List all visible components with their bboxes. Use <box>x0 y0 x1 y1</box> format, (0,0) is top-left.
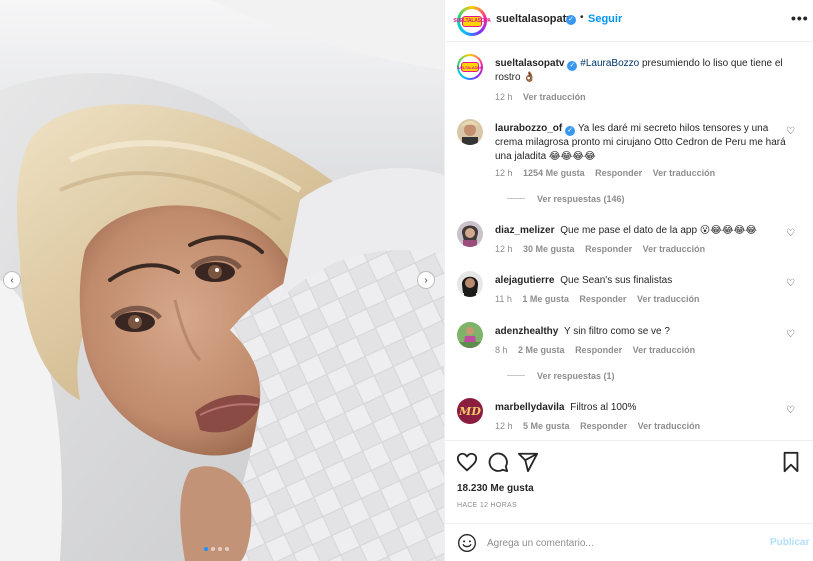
comment-text: laurabozzo_of ✓ Ya les daré mi secreto hi… <box>495 122 789 164</box>
comment-body: Filtros al 100% <box>570 402 637 413</box>
translate-link[interactable]: Ver traducción <box>638 421 701 431</box>
post-photo <box>0 0 444 561</box>
avatar[interactable]: SUELTALASOPA <box>457 54 483 80</box>
comment-meta: 12 h 5 Me gusta Responder Ver traducción <box>495 421 708 431</box>
comment-input[interactable] <box>487 534 757 552</box>
view-replies-button[interactable]: Ver respuestas (1) <box>507 371 615 381</box>
comment-body: Que me pase el dato de la app 😮😂😂😂😂 <box>560 225 757 236</box>
carousel-dot <box>218 547 222 551</box>
comment-time: 8 h <box>495 345 508 355</box>
like-comment-icon[interactable]: ♡ <box>786 228 795 239</box>
verified-badge-icon: ✓ <box>567 61 578 71</box>
caption-text: sueltalasopatv ✓ #LauraBozzo presumiendo … <box>495 57 789 85</box>
comment-body: Y sin filtro como se ve ? <box>563 326 670 337</box>
hashtag-link[interactable]: #LauraBozzo <box>580 58 639 69</box>
post-header: SUELTALASOPA sueltalasopatv ✓ • Seguir •… <box>445 0 813 42</box>
avatar[interactable] <box>457 221 483 247</box>
verified-badge-icon: ✓ <box>565 126 576 136</box>
carousel-dot <box>225 547 229 551</box>
publish-button[interactable]: Publicar <box>770 537 809 548</box>
comment-username[interactable]: adenzhealthy <box>495 326 558 337</box>
comment-likes[interactable]: 30 Me gusta <box>523 244 575 254</box>
caption-meta: 12 h Ver traducción <box>495 92 594 102</box>
like-comment-icon[interactable]: ♡ <box>786 405 795 416</box>
brand-logo: SUELTALASOPA <box>453 15 491 27</box>
comment-likes[interactable]: 1254 Me gusta <box>523 168 585 178</box>
translate-link[interactable]: Ver traducción <box>643 244 706 254</box>
post-media[interactable]: ‹ › <box>0 0 444 561</box>
comment-username[interactable]: alejagutierre <box>495 275 554 286</box>
caption-time: 12 h <box>495 92 513 102</box>
avatar-monogram: MD <box>459 404 481 418</box>
comment-composer: Publicar <box>445 523 813 561</box>
posted-time: HACE 12 HORAS <box>457 502 517 509</box>
avatar[interactable] <box>457 271 483 297</box>
comment-username[interactable]: diaz_melizer <box>495 225 554 236</box>
share-icon[interactable] <box>517 451 539 473</box>
carousel-indicator <box>204 547 229 551</box>
comment-username[interactable]: marbellydavila <box>495 402 564 413</box>
chevron-left-icon: ‹ <box>10 274 14 286</box>
avatar[interactable] <box>457 119 483 145</box>
comment-text: adenzhealthy Y sin filtro como se ve ? <box>495 325 789 339</box>
comment-meta: 12 h 30 Me gusta Responder Ver traducció… <box>495 244 713 254</box>
brand-logo: SUELTALASOPA <box>457 62 483 72</box>
view-replies-label: Ver respuestas (1) <box>537 371 615 381</box>
translate-link[interactable]: Ver traducción <box>637 294 700 304</box>
likes-count[interactable]: 18.230 Me gusta <box>457 483 534 494</box>
reply-button[interactable]: Responder <box>575 345 622 355</box>
like-comment-icon[interactable]: ♡ <box>786 329 795 340</box>
instagram-post-dialog: ‹ › SUELTALASOPA sueltalasopatv ✓ • Segu… <box>0 0 813 561</box>
reply-button[interactable]: Responder <box>579 294 626 304</box>
comment-meta: 12 h 1254 Me gusta Responder Ver traducc… <box>495 168 723 178</box>
author-username[interactable]: sueltalasopatv <box>496 13 572 25</box>
reply-button[interactable]: Responder <box>580 421 627 431</box>
comment-text: diaz_melizer Que me pase el dato de la a… <box>495 224 789 238</box>
comment-time: 12 h <box>495 421 513 431</box>
comment-time: 12 h <box>495 168 513 178</box>
carousel-prev-button[interactable]: ‹ <box>3 271 21 289</box>
translate-link[interactable]: Ver traducción <box>653 168 716 178</box>
post-panel: SUELTALASOPA sueltalasopatv ✓ • Seguir •… <box>444 0 813 561</box>
comment-likes[interactable]: 5 Me gusta <box>523 421 570 431</box>
emoji-icon[interactable] <box>457 533 477 553</box>
heart-icon[interactable] <box>456 451 478 473</box>
translate-link[interactable]: Ver traducción <box>523 92 586 102</box>
more-options-icon[interactable]: ••• <box>791 10 809 26</box>
post-actions: 18.230 Me gusta HACE 12 HORAS <box>445 440 813 520</box>
avatar[interactable]: MD <box>457 398 483 424</box>
comment-time: 11 h <box>495 294 512 304</box>
comments-list[interactable]: SUELTALASOPA sueltalasopatv✓ #LauraBozzo… <box>445 43 813 439</box>
separator-dot: • <box>580 12 584 23</box>
comment-likes[interactable]: 1 Me gusta <box>522 294 569 304</box>
verified-badge-icon: ✓ <box>566 15 576 25</box>
comment-time: 12 h <box>495 244 513 254</box>
comment-meta: 8 h 2 Me gusta Responder Ver traducción <box>495 345 703 355</box>
comment-icon[interactable] <box>487 451 509 473</box>
comment-body: Que Sean's sus finalistas <box>560 275 673 286</box>
follow-button[interactable]: Seguir <box>588 13 622 25</box>
comment-likes[interactable]: 2 Me gusta <box>518 345 565 355</box>
reply-button[interactable]: Responder <box>595 168 642 178</box>
avatar[interactable] <box>457 322 483 348</box>
caption-username[interactable]: sueltalasopatv <box>495 58 564 69</box>
comment-text: alejagutierre Que Sean's sus finalistas <box>495 274 789 288</box>
comment-username[interactable]: laurabozzo_of <box>495 123 562 134</box>
like-comment-icon[interactable]: ♡ <box>786 278 795 289</box>
translate-link[interactable]: Ver traducción <box>633 345 696 355</box>
like-comment-icon[interactable]: ♡ <box>786 126 795 137</box>
carousel-dot <box>204 547 208 551</box>
view-replies-label: Ver respuestas (146) <box>537 194 625 204</box>
avatar[interactable]: SUELTALASOPA <box>453 6 491 36</box>
bookmark-icon[interactable] <box>780 451 802 473</box>
view-replies-button[interactable]: Ver respuestas (146) <box>507 194 625 204</box>
reply-button[interactable]: Responder <box>585 244 632 254</box>
comment-meta: 11 h 1 Me gusta Responder Ver traducción <box>495 294 707 304</box>
divider-line <box>507 198 525 199</box>
divider-line <box>507 375 525 376</box>
chevron-right-icon: › <box>424 274 428 286</box>
comment-text: marbellydavila Filtros al 100% <box>495 401 789 415</box>
carousel-dot <box>211 547 215 551</box>
carousel-next-button[interactable]: › <box>417 271 435 289</box>
